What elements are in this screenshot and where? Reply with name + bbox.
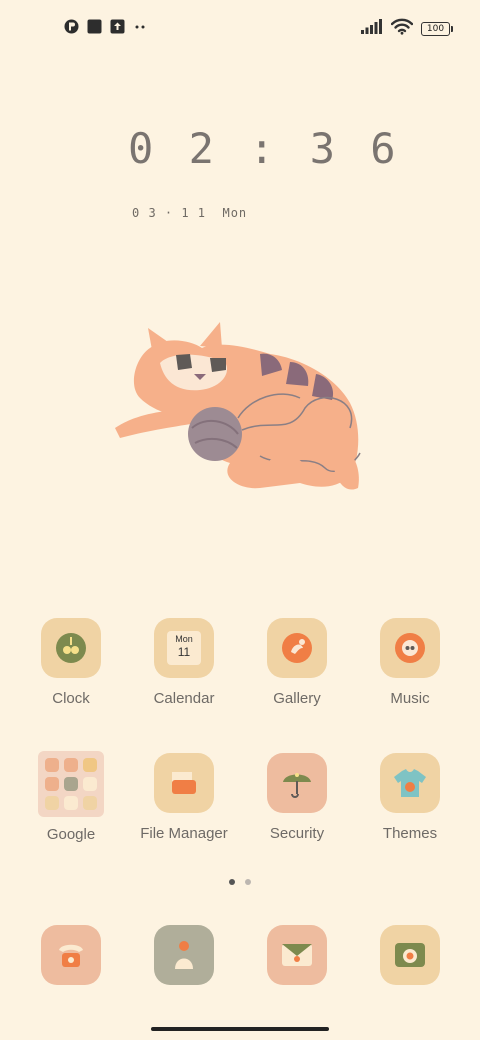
app-music[interactable]: Music [355, 618, 465, 707]
folder-app-icon [83, 796, 97, 810]
signal-icon [361, 18, 383, 39]
app-themes[interactable]: Themes [355, 753, 465, 842]
folder-app-icon [64, 758, 78, 772]
dock-camera[interactable] [355, 925, 465, 985]
folder-app-icon [64, 796, 78, 810]
umbrella-icon [267, 753, 327, 813]
app-gallery[interactable]: Gallery [242, 618, 352, 707]
dock-messages[interactable] [242, 925, 352, 985]
app-label: Google [46, 826, 96, 843]
app-file-manager[interactable]: File Manager [129, 753, 239, 842]
calendar-page: Mon 11 [167, 631, 201, 665]
folder-app-icon [64, 777, 78, 791]
dock-contacts[interactable] [129, 925, 239, 985]
upload-notification-icon [110, 19, 125, 34]
wifi-icon [390, 18, 414, 39]
music-icon [380, 618, 440, 678]
app-label: Themes [382, 825, 438, 842]
square-notification-icon [87, 19, 102, 34]
folder-app-icon [45, 758, 59, 772]
messages-icon [267, 925, 327, 985]
folder-app-icon [83, 758, 97, 772]
page-dot-1[interactable] [229, 879, 235, 885]
app-notification-icon [64, 19, 79, 34]
contacts-icon [154, 925, 214, 985]
folder-app-icon [45, 777, 59, 791]
battery-icon: 100 [421, 21, 453, 36]
clock-widget-time[interactable]: 0 2 : 3 6 [128, 124, 396, 174]
folder-app-icon [45, 796, 59, 810]
app-label: Gallery [273, 690, 321, 707]
folder-app-icon [83, 777, 97, 791]
app-label: Calendar [153, 690, 215, 707]
system-icons: 100 [361, 18, 453, 39]
dock-phone[interactable] [16, 925, 126, 985]
gallery-icon [267, 618, 327, 678]
folder-icon [154, 753, 214, 813]
phone-icon [41, 925, 101, 985]
folder-google[interactable]: Google [16, 751, 126, 843]
app-clock[interactable]: Clock [16, 618, 126, 707]
calendar-icon-day: Mon [175, 634, 193, 644]
status-bar: 100 [0, 0, 480, 56]
page-dot-2[interactable] [245, 879, 251, 885]
app-calendar[interactable]: Mon 11 Calendar [129, 618, 239, 707]
clock-widget-date: 0 3 · 1 1 Mon [132, 206, 248, 220]
app-security[interactable]: Security [242, 753, 352, 842]
google-folder-icon [38, 751, 104, 817]
notification-icons [64, 19, 148, 34]
page-indicator[interactable] [229, 879, 251, 885]
cat-wallpaper-illustration [110, 318, 372, 498]
clock-icon [41, 618, 101, 678]
calendar-icon-date: 11 [177, 645, 191, 659]
home-gesture-bar[interactable] [151, 1027, 329, 1031]
calendar-icon: Mon 11 [154, 618, 214, 678]
app-label: Clock [52, 690, 90, 707]
app-label: Security [269, 825, 325, 842]
app-label: Music [390, 690, 430, 707]
camera-icon [380, 925, 440, 985]
more-notifications-icon [133, 19, 148, 34]
tshirt-icon [380, 753, 440, 813]
app-label: File Manager [140, 825, 228, 842]
